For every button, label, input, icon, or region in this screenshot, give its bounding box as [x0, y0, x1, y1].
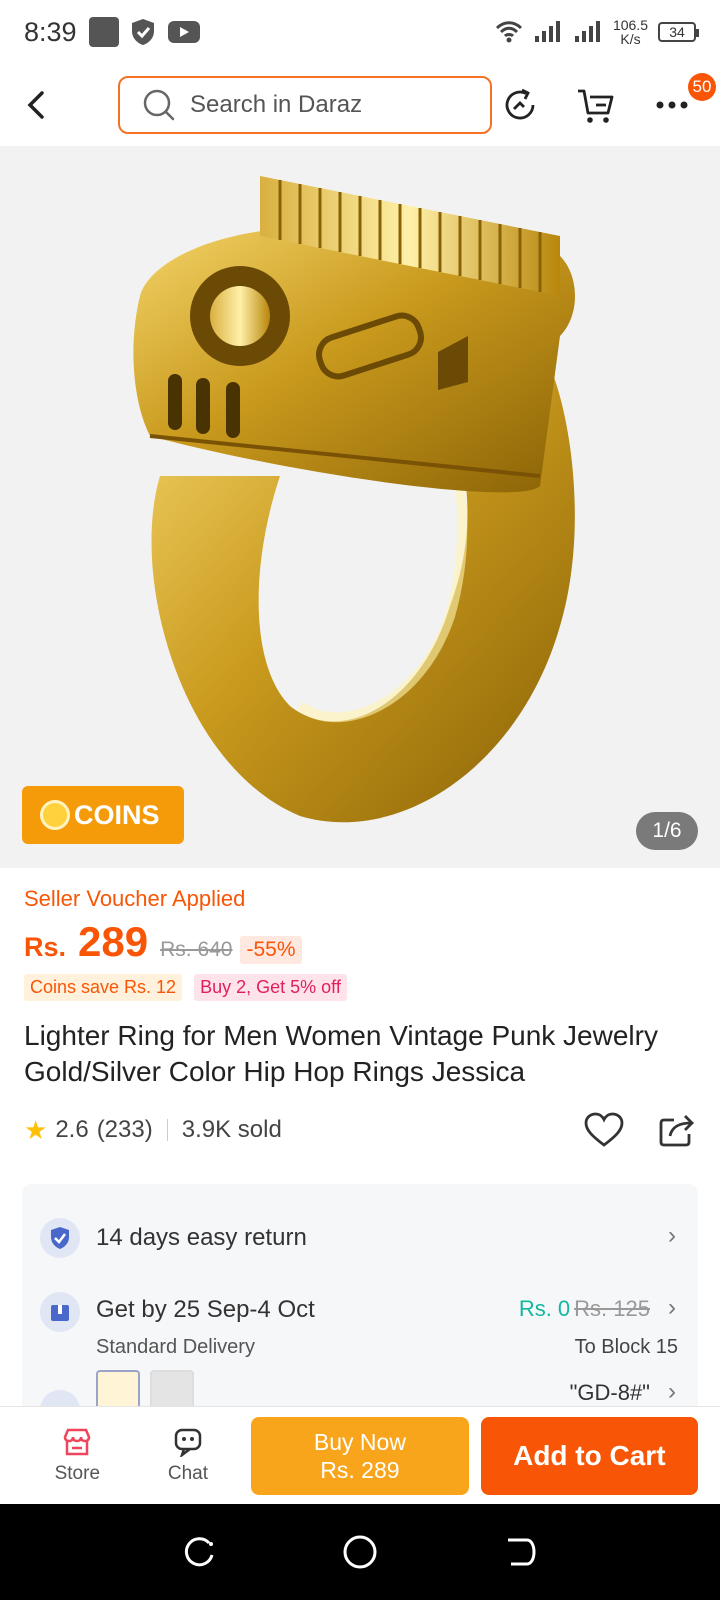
variant-chevron-icon[interactable]: ›	[668, 1378, 676, 1406]
return-badge-icon	[40, 1218, 80, 1258]
price-currency: Rs.	[24, 932, 67, 962]
home-icon[interactable]	[342, 1534, 378, 1570]
delivery-location[interactable]: To Block 15	[575, 1336, 678, 1359]
back-button[interactable]	[24, 81, 72, 129]
search-placeholder: Search in Daraz	[190, 91, 363, 118]
divider	[166, 1119, 168, 1141]
coins-save-tag[interactable]: Coins save Rs. 12	[24, 974, 183, 1001]
coins-label: COINS	[74, 799, 160, 830]
star-icon: ★	[24, 1114, 48, 1145]
battery-icon: 34	[658, 22, 699, 42]
current-price: 289	[78, 918, 149, 965]
delivery-type: Standard Delivery	[96, 1336, 255, 1358]
promo-tags: Coins save Rs. 12 Buy 2, Get 5% off	[24, 974, 347, 1001]
rating-value[interactable]: 2.6	[55, 1116, 88, 1144]
shipping-fee: Rs. 0 Rs. 125	[519, 1296, 650, 1322]
original-price: Rs. 640	[160, 938, 233, 961]
buy-now-button[interactable]: Buy Now Rs. 289	[251, 1416, 469, 1495]
search-bar[interactable]: Search in Daraz	[118, 76, 492, 134]
status-right: 106.5 K/s 34	[495, 18, 699, 46]
refresh-arrow-icon	[505, 88, 535, 120]
status-bar: 8:39 106.5 K/s 34	[0, 0, 720, 64]
cart-button[interactable]	[572, 81, 620, 129]
seller-voucher-label: Seller Voucher Applied	[24, 886, 246, 911]
cart-icon	[578, 89, 614, 123]
shipping-fee-old: Rs. 125	[574, 1296, 650, 1321]
signal-icon	[534, 21, 560, 42]
services-card: 14 days easy return › Get by 25 Sep-4 Oc…	[22, 1184, 698, 1414]
back-arrow-icon	[27, 91, 44, 119]
product-image-gallery[interactable]: COINS 1/6	[0, 146, 720, 868]
notification-badge: 50	[688, 73, 716, 101]
discount-badge: -55%	[240, 936, 302, 964]
delivery-estimate[interactable]: Get by 25 Sep-4 Oct	[96, 1296, 315, 1324]
chat-button[interactable]: Chat	[133, 1427, 244, 1485]
buy-now-price: Rs. 289	[320, 1456, 400, 1483]
store-icon	[64, 1428, 91, 1455]
buy-now-label: Buy Now	[313, 1428, 406, 1455]
return-chevron-icon[interactable]: ›	[668, 1222, 676, 1250]
shield-icon	[131, 19, 154, 45]
chat-icon	[174, 1428, 202, 1457]
share-icon[interactable]	[658, 1112, 696, 1148]
speed-value: 106.5	[612, 17, 648, 33]
recents-icon[interactable]	[183, 1535, 217, 1569]
shipping-fee-new: Rs. 0	[518, 1296, 571, 1321]
bundle-deal-tag[interactable]: Buy 2, Get 5% off	[194, 974, 347, 1001]
rating-row: ★ 2.6 (233) 3.9K sold	[24, 1112, 696, 1148]
battery-level: 34	[669, 24, 685, 40]
search-icon	[143, 89, 175, 121]
product-title: Lighter Ring for Men Women Vintage Punk …	[24, 1020, 658, 1087]
coin-icon	[40, 800, 70, 830]
youtube-icon	[167, 21, 200, 43]
sold-count: 3.9K sold	[181, 1116, 282, 1143]
system-nav-bar	[0, 1504, 720, 1600]
price-row: Rs. 289 Rs. 640 -55%	[24, 918, 302, 966]
network-speed: 106.5 K/s	[613, 18, 648, 46]
back-nav-icon[interactable]	[503, 1535, 537, 1569]
share-history-button[interactable]	[496, 81, 544, 129]
signal-icon-2	[574, 21, 600, 42]
coins-badge: COINS	[22, 786, 184, 844]
status-time: 8:39	[24, 16, 77, 47]
add-to-cart-button[interactable]: Add to Cart	[480, 1416, 698, 1495]
image-pager: 1/6	[636, 812, 698, 850]
easy-return-text[interactable]: 14 days easy return	[96, 1224, 307, 1252]
bottom-action-bar: Store Chat Buy Now Rs. 289 Add to Cart	[0, 1406, 720, 1504]
notification-app-icon	[88, 17, 119, 47]
more-dots-icon	[656, 101, 688, 109]
store-label: Store	[54, 1462, 101, 1484]
wifi-icon	[495, 21, 523, 43]
status-left: 8:39	[24, 17, 201, 48]
review-count[interactable]: (233)	[97, 1116, 153, 1144]
delivery-box-icon	[40, 1292, 80, 1332]
product-ring-image	[133, 176, 575, 823]
speed-unit: K/s	[620, 31, 641, 47]
top-nav: Search in Daraz 50	[0, 64, 720, 146]
wishlist-heart-icon[interactable]	[584, 1112, 624, 1148]
delivery-chevron-icon[interactable]: ›	[668, 1294, 676, 1322]
meta-actions	[584, 1112, 696, 1148]
nav-icons: 50	[496, 73, 716, 129]
selected-variant[interactable]: "GD-8#"	[570, 1380, 650, 1406]
store-button[interactable]: Store	[22, 1427, 133, 1485]
chat-label: Chat	[167, 1462, 208, 1484]
more-button[interactable]: 50	[648, 73, 716, 129]
